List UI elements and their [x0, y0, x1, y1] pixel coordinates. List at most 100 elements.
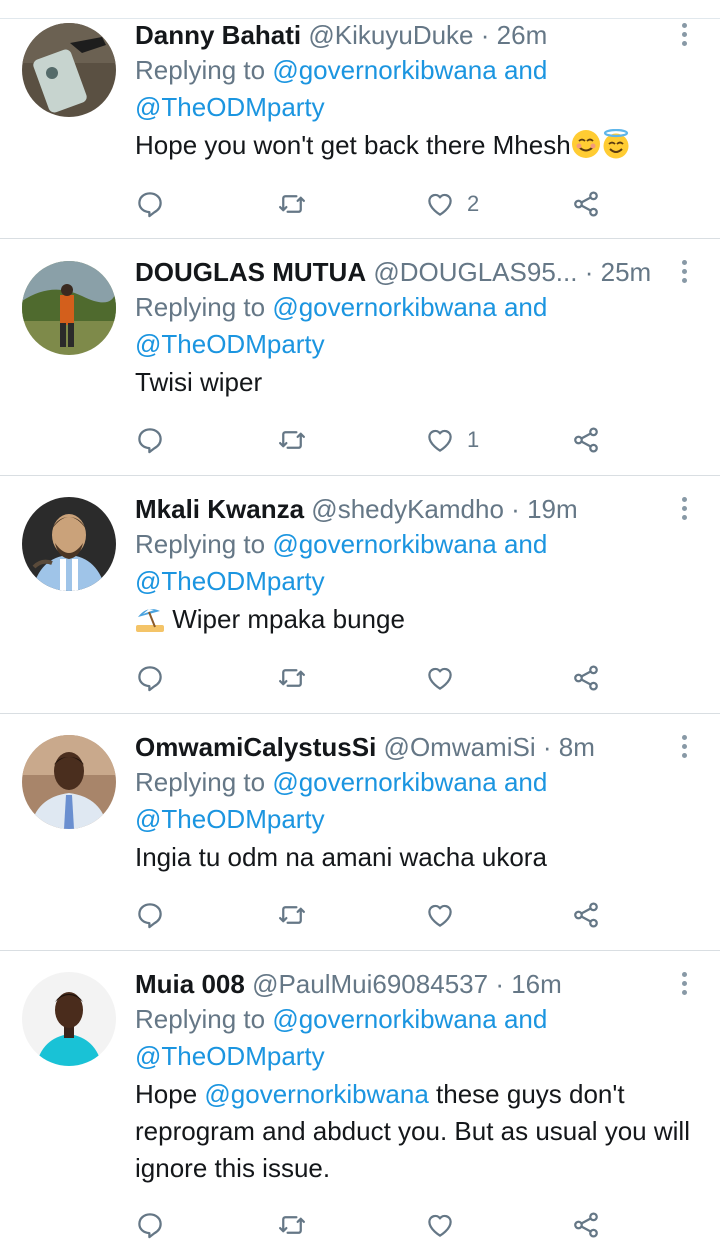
replying-to: Replying to @governorkibwana and @TheODM… — [135, 289, 700, 363]
mention-link[interactable]: @governorkibwana — [272, 529, 496, 559]
more-options-icon[interactable] — [680, 20, 688, 50]
user-handle[interactable]: @DOUGLAS95... — [373, 257, 577, 287]
replying-joiner[interactable]: and — [504, 1004, 547, 1034]
more-options-icon[interactable] — [680, 494, 688, 524]
tweet-text: Ingia tu odm na amani wacha ukora — [135, 842, 547, 872]
reply-icon — [138, 192, 162, 218]
replying-to: Replying to @governorkibwana and @TheODM… — [135, 526, 700, 600]
replying-prefix: Replying to — [135, 767, 266, 797]
tweet-card[interactable]: Mkali Kwanza @shedyKamdho · 19m Replying… — [0, 476, 720, 714]
retweet-button[interactable] — [277, 420, 307, 460]
tweet-text: Hope @governorkibwana these guys don't r… — [135, 1076, 700, 1187]
display-name[interactable]: Muia 008 — [135, 969, 245, 999]
user-handle[interactable]: @shedyKamdho — [311, 494, 504, 524]
like-button[interactable] — [425, 658, 467, 698]
replying-to: Replying to @governorkibwana and @TheODM… — [135, 764, 700, 838]
heart-icon — [428, 429, 452, 452]
avatar[interactable] — [22, 972, 116, 1066]
share-icon — [574, 427, 598, 453]
like-button[interactable]: 1 — [425, 420, 479, 460]
more-options-icon[interactable] — [680, 257, 688, 287]
tweet-card[interactable]: Muia 008 @PaulMui69084537 · 16m Replying… — [0, 951, 720, 1251]
tweet-actions: 2 — [135, 184, 605, 224]
mention-link[interactable]: @governorkibwana — [272, 1004, 496, 1034]
retweet-icon — [279, 669, 305, 687]
tweet-text: Wiper mpaka bunge — [135, 601, 700, 638]
tweet-actions — [135, 895, 605, 935]
tweet-text-before: Hope — [135, 1079, 198, 1109]
reply-icon — [138, 1213, 162, 1239]
timestamp[interactable]: 16m — [511, 969, 562, 999]
avatar[interactable] — [22, 261, 116, 355]
retweet-button[interactable] — [277, 1205, 307, 1245]
separator: · — [584, 257, 594, 287]
display-name[interactable]: Danny Bahati — [135, 20, 301, 50]
heart-icon — [428, 667, 452, 690]
replying-prefix: Replying to — [135, 55, 266, 85]
timestamp[interactable]: 26m — [497, 20, 548, 50]
mention-link[interactable]: @TheODMparty — [135, 566, 325, 596]
avatar[interactable] — [22, 23, 116, 117]
like-button[interactable] — [425, 1205, 467, 1245]
share-button[interactable] — [571, 184, 601, 224]
more-options-icon[interactable] — [680, 732, 688, 762]
mention-link[interactable]: @governorkibwana — [272, 767, 496, 797]
smiling-face-emoji — [571, 130, 600, 158]
retweet-button[interactable] — [277, 184, 307, 224]
retweet-icon — [279, 1216, 305, 1234]
mention-link[interactable]: @TheODMparty — [135, 329, 325, 359]
reply-icon — [138, 666, 162, 692]
heart-icon — [428, 1214, 452, 1237]
user-handle[interactable]: @KikuyuDuke — [308, 20, 473, 50]
tweet-card[interactable]: Danny Bahati @KikuyuDuke · 26m Replying … — [0, 0, 720, 239]
reply-button[interactable] — [135, 895, 165, 935]
replying-joiner[interactable]: and — [504, 292, 547, 322]
retweet-icon — [279, 195, 305, 213]
retweet-button[interactable] — [277, 658, 307, 698]
share-icon — [574, 665, 598, 691]
more-options-icon[interactable] — [680, 969, 688, 999]
display-name[interactable]: Mkali Kwanza — [135, 494, 304, 524]
separator: · — [480, 20, 490, 50]
replying-joiner[interactable]: and — [504, 529, 547, 559]
avatar[interactable] — [22, 735, 116, 829]
tweet-card[interactable]: DOUGLAS MUTUA @DOUGLAS95... · 25m Replyi… — [0, 239, 720, 476]
mention-link[interactable]: @governorkibwana — [272, 292, 496, 322]
share-button[interactable] — [571, 895, 601, 935]
tweet-text-body: Hope you won't get back there Mhesh — [135, 130, 571, 160]
tweet-actions — [135, 658, 605, 698]
like-count: 2 — [467, 191, 480, 216]
retweet-button[interactable] — [277, 895, 307, 935]
share-button[interactable] — [571, 658, 601, 698]
reply-button[interactable] — [135, 658, 165, 698]
like-button[interactable] — [425, 895, 467, 935]
display-name[interactable]: OmwamiCalystusSi — [135, 732, 376, 762]
display-name[interactable]: DOUGLAS MUTUA — [135, 257, 366, 287]
mention-link[interactable]: @TheODMparty — [135, 92, 325, 122]
tweet-header: Muia 008 @PaulMui69084537 · 16m — [135, 967, 700, 1001]
reply-button[interactable] — [135, 1205, 165, 1245]
tweet-card[interactable]: OmwamiCalystusSi @OmwamiSi · 8m Replying… — [0, 714, 720, 951]
mention-link[interactable]: @governorkibwana — [272, 55, 496, 85]
mention-link[interactable]: @TheODMparty — [135, 804, 325, 834]
timestamp[interactable]: 8m — [559, 732, 595, 762]
replying-prefix: Replying to — [135, 529, 266, 559]
timestamp[interactable]: 19m — [527, 494, 578, 524]
share-button[interactable] — [571, 420, 601, 460]
mention-link[interactable]: @TheODMparty — [135, 1041, 325, 1071]
separator: · — [511, 494, 520, 524]
timestamp[interactable]: 25m — [601, 257, 652, 287]
share-button[interactable] — [571, 1205, 601, 1245]
user-handle[interactable]: @OmwamiSi — [384, 732, 536, 762]
user-handle[interactable]: @PaulMui69084537 — [252, 969, 488, 999]
like-button[interactable]: 2 — [425, 184, 479, 224]
reply-button[interactable] — [135, 420, 165, 460]
retweet-icon — [279, 431, 305, 449]
mention-link[interactable]: @governorkibwana — [204, 1079, 428, 1109]
heart-icon — [428, 193, 452, 216]
reply-button[interactable] — [135, 184, 165, 224]
replying-joiner[interactable]: and — [504, 55, 547, 85]
avatar[interactable] — [22, 497, 116, 591]
tweet-text: Hope you won't get back there Mhesh — [135, 127, 700, 164]
replying-joiner[interactable]: and — [504, 767, 547, 797]
